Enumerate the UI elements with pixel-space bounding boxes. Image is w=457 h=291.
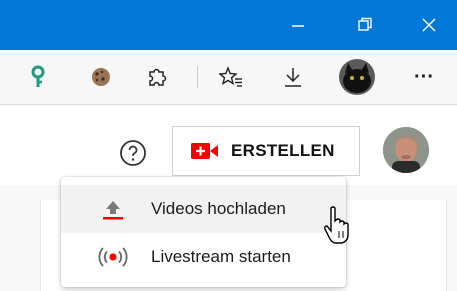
create-menu: Videos hochladen Livestream starten xyxy=(61,177,346,287)
close-button[interactable] xyxy=(414,10,444,40)
cookie-extension-button[interactable] xyxy=(86,62,116,92)
create-button-label: ERSTELLEN xyxy=(231,141,335,160)
cat-avatar-icon xyxy=(339,59,375,95)
downloads-button[interactable] xyxy=(278,62,308,92)
favorites-button[interactable] xyxy=(216,62,246,92)
downloads-icon xyxy=(285,68,301,87)
video-camera-add-icon xyxy=(191,141,219,161)
browser-titlebar xyxy=(0,0,457,50)
cookie-icon xyxy=(92,68,110,86)
key-extension-button[interactable] xyxy=(23,62,53,92)
user-photo xyxy=(383,127,429,173)
toolbar-separator xyxy=(197,66,198,88)
extensions-icon xyxy=(149,68,167,86)
user-avatar[interactable] xyxy=(383,127,429,173)
menu-item-start-livestream[interactable]: Livestream starten xyxy=(61,233,346,281)
menu-item-label: Videos hochladen xyxy=(151,199,286,218)
favorites-icon xyxy=(219,66,242,87)
more-button[interactable]: ··· xyxy=(409,62,439,92)
help-button[interactable] xyxy=(118,138,148,168)
menu-item-upload-video[interactable]: Videos hochladen xyxy=(61,185,346,233)
live-broadcast-icon xyxy=(96,243,130,271)
extensions-button[interactable] xyxy=(142,62,172,92)
restore-button[interactable] xyxy=(350,10,380,40)
minimize-icon xyxy=(292,25,304,27)
minimize-button[interactable] xyxy=(283,10,313,40)
close-icon xyxy=(422,18,436,32)
hand-cursor-icon xyxy=(322,205,352,245)
upload-icon xyxy=(96,195,130,223)
more-icon: ··· xyxy=(414,65,434,88)
menu-item-label: Livestream starten xyxy=(151,247,291,266)
help-circle-icon xyxy=(120,140,146,166)
browser-toolbar: ··· xyxy=(0,50,457,105)
restore-icon xyxy=(358,17,372,31)
key-icon xyxy=(31,65,45,87)
create-button[interactable]: ERSTELLEN xyxy=(172,126,360,176)
profile-avatar[interactable] xyxy=(339,59,375,95)
